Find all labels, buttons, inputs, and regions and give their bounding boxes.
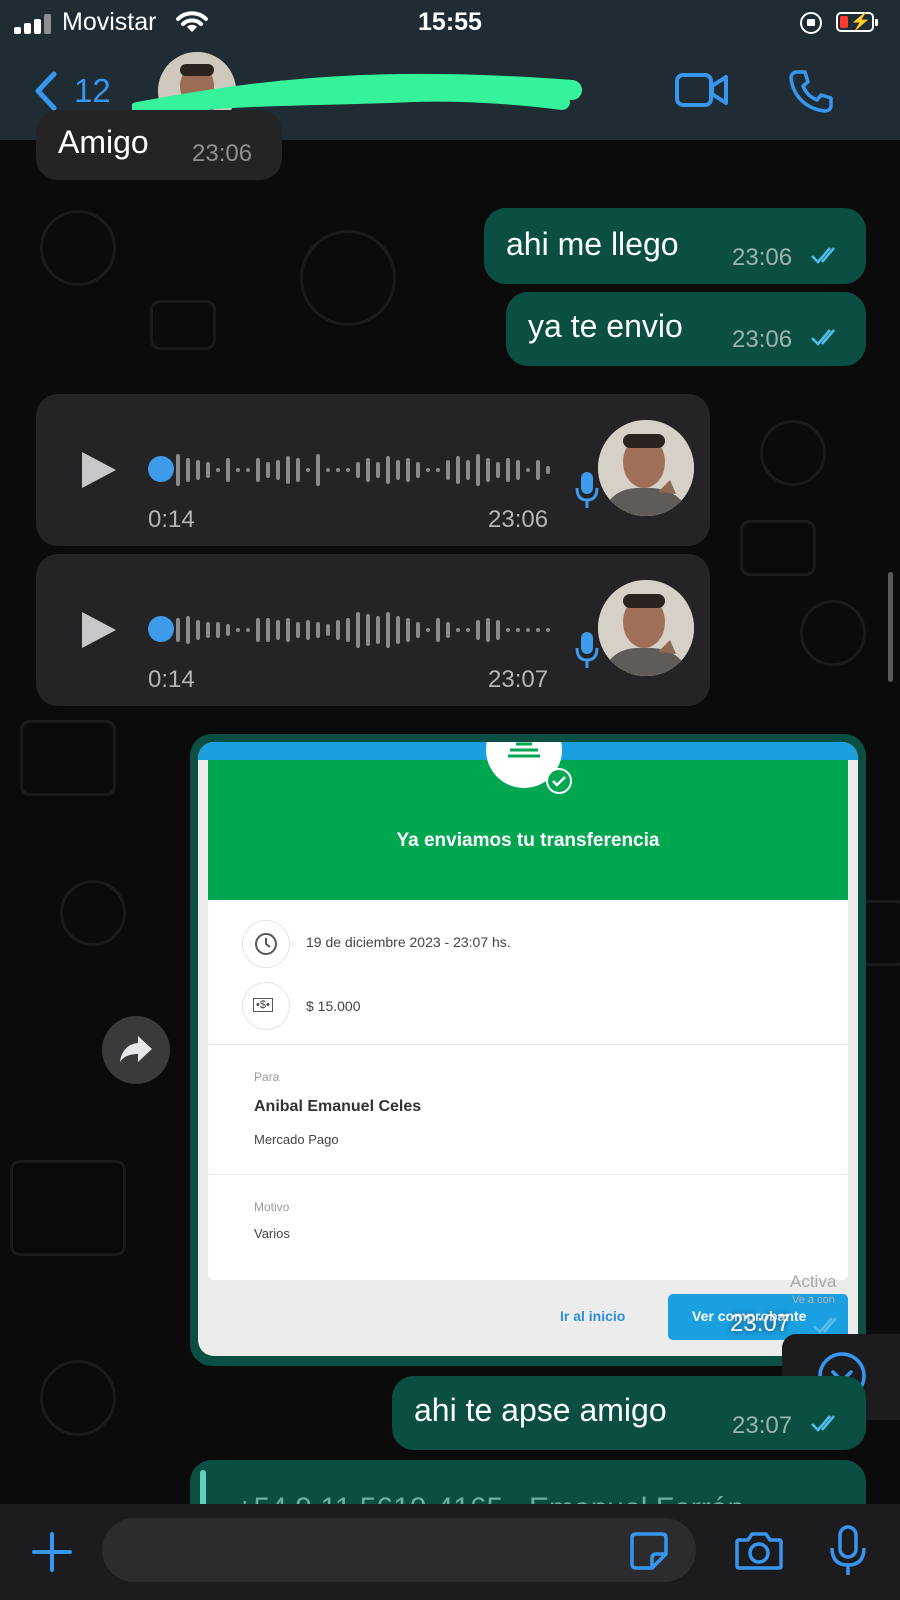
- windows-activation-watermark: Activa: [790, 1272, 837, 1291]
- status-bar: Movistar 15:55 ⚡: [0, 0, 900, 48]
- message-time: 23:07: [732, 1412, 793, 1439]
- message-bubble-incoming[interactable]: Amigo 23:06: [36, 110, 282, 180]
- microphone-icon: [575, 632, 599, 668]
- microphone-icon: [575, 472, 599, 508]
- read-receipt-icon: [811, 329, 835, 346]
- playback-position-dot[interactable]: [148, 456, 174, 482]
- message-time: 23:06: [488, 506, 549, 533]
- video-call-icon[interactable]: [674, 70, 730, 110]
- battery-icon: ⚡: [836, 12, 878, 32]
- transfer-amount: $ 15.000: [306, 998, 361, 1014]
- home-link[interactable]: Ir al inicio: [560, 1308, 625, 1324]
- message-time: 23:06: [732, 244, 793, 271]
- orientation-lock-icon: [800, 12, 822, 34]
- transfer-title: Ya enviamos tu transferencia: [396, 830, 660, 851]
- voice-record-icon[interactable]: [828, 1524, 868, 1578]
- read-receipt-icon: [813, 1317, 837, 1334]
- recipient-name: Anibal Emanuel Celes: [254, 1098, 422, 1115]
- phone-call-icon[interactable]: [788, 68, 834, 114]
- sticker-icon[interactable]: [628, 1530, 670, 1572]
- divider: [208, 1044, 848, 1045]
- audio-waveform[interactable]: [176, 448, 556, 492]
- playback-position-dot[interactable]: [148, 616, 174, 642]
- message-input[interactable]: [102, 1518, 696, 1582]
- audio-waveform[interactable]: [176, 608, 556, 652]
- check-icon: [546, 768, 572, 794]
- reason-value: Varios: [254, 1226, 290, 1241]
- recipient-bank: Mercado Pago: [254, 1132, 339, 1147]
- transfer-screenshot[interactable]: Ya enviamos tu transferencia 19 de dicie…: [198, 742, 858, 1356]
- message-bubble-outgoing[interactable]: ahi te apse amigo 23:07: [392, 1376, 866, 1450]
- image-message[interactable]: Ya enviamos tu transferencia 19 de dicie…: [190, 734, 866, 1366]
- play-icon[interactable]: [80, 610, 118, 650]
- scrollbar[interactable]: [888, 572, 893, 682]
- camera-icon[interactable]: [734, 1528, 784, 1572]
- recipient-label: Para: [254, 1070, 280, 1084]
- back-chevron-icon[interactable]: [28, 66, 74, 116]
- reason-label: Motivo: [254, 1200, 290, 1214]
- status-time: 15:55: [418, 8, 482, 36]
- play-icon[interactable]: [80, 450, 118, 490]
- message-text: ya te envio: [528, 308, 683, 344]
- message-time: 23:07: [488, 666, 549, 693]
- voice-message[interactable]: 0:14 23:06: [36, 394, 710, 546]
- sender-avatar: [598, 420, 694, 516]
- clock-icon: [242, 920, 290, 968]
- windows-activation-watermark-sub: Ve a con: [792, 1294, 835, 1306]
- message-text: ahi me llego: [506, 226, 679, 262]
- message-time: 23:07: [730, 1310, 791, 1337]
- voice-message[interactable]: 0:14 23:07: [36, 554, 710, 706]
- forward-button[interactable]: [102, 1016, 170, 1084]
- message-bubble-outgoing[interactable]: ya te envio 23:06: [506, 292, 866, 366]
- message-time: 23:06: [732, 326, 793, 353]
- transfer-date: 19 de diciembre 2023 - 23:07 hs.: [306, 934, 511, 950]
- unread-count[interactable]: 12: [74, 72, 111, 110]
- forward-arrow-icon: [120, 1036, 152, 1062]
- sender-avatar: [598, 580, 694, 676]
- transfer-details-card: 19 de diciembre 2023 - 23:07 hs. •$• $ 1…: [208, 900, 848, 1280]
- plus-icon[interactable]: [30, 1530, 74, 1574]
- message-text: Amigo: [58, 124, 149, 160]
- message-bubble-outgoing[interactable]: ahi me llego 23:06: [484, 208, 866, 284]
- message-text: ahi te apse amigo: [414, 1392, 667, 1428]
- money-icon: •$•: [242, 982, 290, 1030]
- read-receipt-icon: [811, 1415, 835, 1432]
- message-time: 23:06: [192, 140, 253, 167]
- voice-duration: 0:14: [148, 666, 195, 693]
- divider: [208, 1174, 848, 1175]
- voice-duration: 0:14: [148, 506, 195, 533]
- message-composer: [0, 1504, 900, 1600]
- read-receipt-icon: [811, 247, 835, 264]
